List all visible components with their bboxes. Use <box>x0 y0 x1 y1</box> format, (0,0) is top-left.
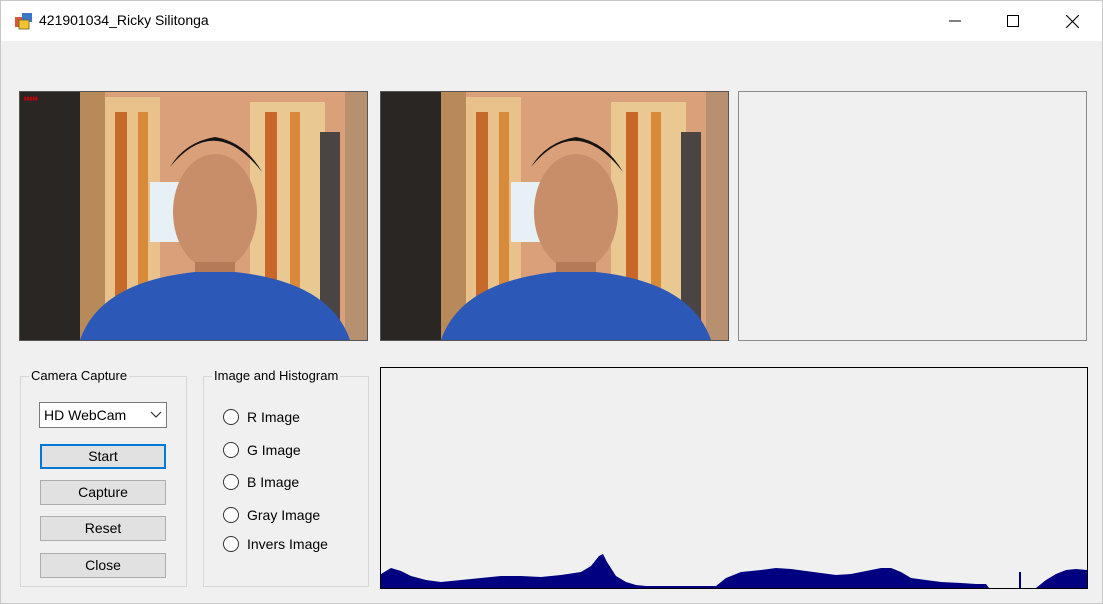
radio-label: Gray Image <box>247 507 321 523</box>
radio-circle[interactable] <box>223 536 239 552</box>
start-button[interactable]: Start <box>40 444 166 469</box>
radio-circle[interactable] <box>223 474 239 490</box>
camera-device-value: HD WebCam <box>44 407 127 423</box>
camera-device-select[interactable]: HD WebCam <box>39 402 167 428</box>
webcam-image: ▮▮▮▮▮ <box>20 92 367 340</box>
close-icon <box>1065 14 1079 28</box>
captured-webcam-image <box>381 92 728 340</box>
svg-text:▮▮▮▮▮: ▮▮▮▮▮ <box>24 96 38 102</box>
title-bar[interactable]: 421901034_Ricky Silitonga <box>1 1 1102 41</box>
window-title: 421901034_Ricky Silitonga <box>39 12 209 28</box>
camera-preview: ▮▮▮▮▮ <box>19 91 368 341</box>
image-histogram-label: Image and Histogram <box>212 368 341 383</box>
histogram-graph <box>381 554 1087 588</box>
reset-button[interactable]: Reset <box>40 516 166 541</box>
histogram-area <box>381 554 1087 588</box>
camera-capture-label: Camera Capture <box>29 368 130 383</box>
close-button[interactable]: Close <box>40 553 166 578</box>
capture-button[interactable]: Capture <box>40 480 166 505</box>
minimize-icon <box>949 20 961 22</box>
radio-circle[interactable] <box>223 507 239 523</box>
processed-image-box <box>738 91 1087 341</box>
maximize-icon <box>1007 15 1019 27</box>
radio-b-image[interactable]: B Image <box>223 472 299 492</box>
minimize-button[interactable] <box>926 1 984 41</box>
main-window: 421901034_Ricky Silitonga ▮▮▮▮▮ Camera C… <box>0 0 1103 604</box>
app-icon <box>15 13 32 30</box>
close-window-button[interactable] <box>1043 1 1101 41</box>
radio-circle[interactable] <box>223 409 239 425</box>
captured-image <box>380 91 729 341</box>
histogram-panel <box>380 367 1088 589</box>
maximize-button[interactable] <box>984 1 1042 41</box>
radio-g-image[interactable]: G Image <box>223 440 301 460</box>
radio-r-image[interactable]: R Image <box>223 407 300 427</box>
radio-invers-image[interactable]: Invers Image <box>223 534 328 554</box>
radio-circle[interactable] <box>223 442 239 458</box>
radio-label: R Image <box>247 409 300 425</box>
radio-label: Invers Image <box>247 536 328 552</box>
radio-gray-image[interactable]: Gray Image <box>223 505 320 525</box>
radio-label: G Image <box>247 442 301 458</box>
chevron-down-icon <box>150 411 162 418</box>
radio-label: B Image <box>247 474 300 490</box>
